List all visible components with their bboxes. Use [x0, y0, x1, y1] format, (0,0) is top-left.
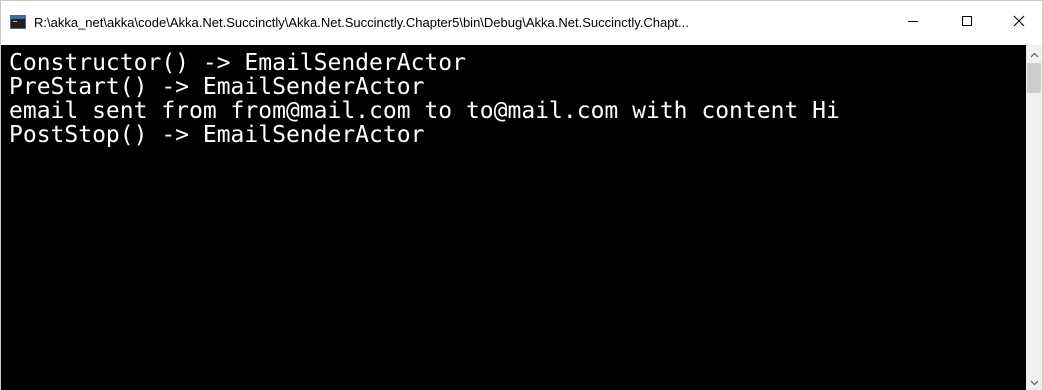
minimize-button[interactable]	[890, 1, 936, 45]
scroll-thumb[interactable]	[1027, 63, 1041, 93]
scroll-up-arrow-icon	[1030, 45, 1039, 63]
console-line: email sent from from@mail.com to to@mail…	[9, 98, 840, 124]
console-lines: Constructor() -> EmailSenderActor PreSta…	[9, 51, 840, 147]
maximize-icon	[961, 14, 973, 32]
maximize-button[interactable]	[944, 1, 990, 45]
scroll-down-arrow-icon	[1030, 373, 1039, 390]
close-button[interactable]	[996, 1, 1042, 45]
minimize-icon	[907, 14, 919, 32]
console-line: Constructor() -> EmailSenderActor	[9, 50, 466, 76]
scroll-up-button[interactable]	[1026, 45, 1042, 62]
scroll-down-button[interactable]	[1026, 373, 1042, 390]
vertical-scrollbar[interactable]	[1026, 45, 1042, 390]
console-line: PreStart() -> EmailSenderActor	[9, 74, 425, 100]
title-bar[interactable]: R:\akka_net\akka\code\Akka.Net.Succinctl…	[1, 1, 1042, 45]
console-line: PostStop() -> EmailSenderActor	[9, 122, 425, 148]
window-title: R:\akka_net\akka\code\Akka.Net.Succinctl…	[34, 15, 689, 30]
console-window: R:\akka_net\akka\code\Akka.Net.Succinctl…	[0, 0, 1043, 390]
close-icon	[1013, 14, 1025, 32]
console-app-icon[interactable]	[10, 15, 26, 29]
console-output[interactable]: Constructor() -> EmailSenderActor PreSta…	[1, 45, 1026, 390]
